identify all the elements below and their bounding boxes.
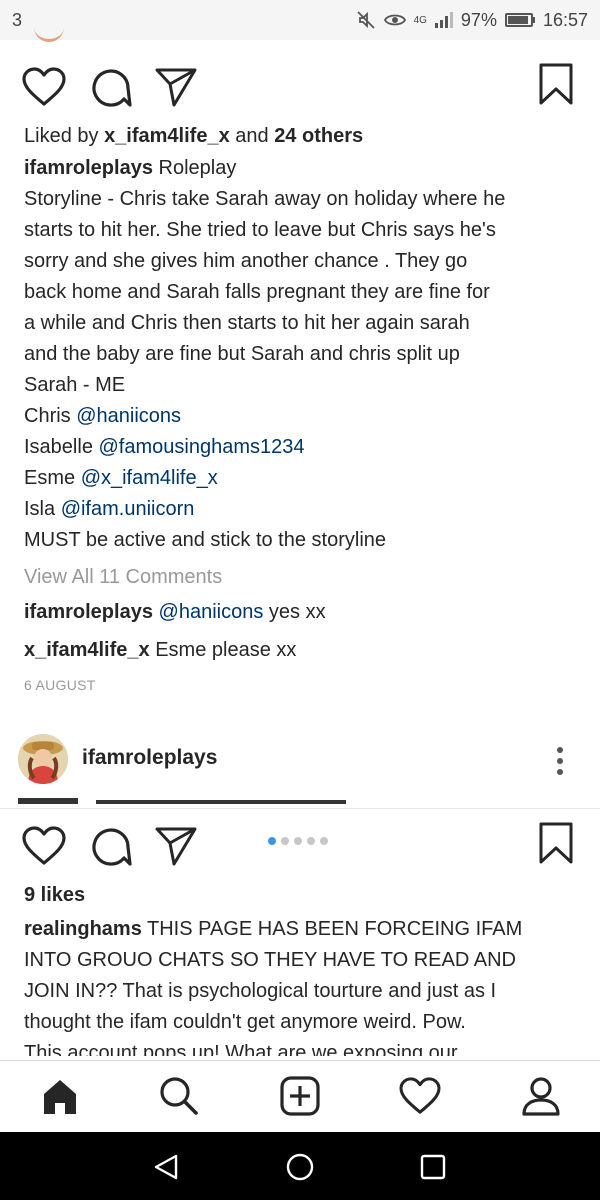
clock: 16:57: [542, 9, 588, 30]
cast-line: Esme @x_ifam4life_x: [24, 463, 584, 494]
network-type: 4G: [413, 14, 427, 26]
cast-role: Isabelle: [24, 436, 99, 458]
caption-line: INTO GROUO CHATS SO THEY HAVE TO READ AN…: [24, 949, 516, 971]
notification-count: 3: [12, 9, 23, 30]
home-icon[interactable]: [40, 1077, 80, 1117]
add-post-icon[interactable]: [279, 1075, 321, 1117]
carousel-dot: [268, 837, 276, 845]
carousel-dot: [281, 837, 289, 845]
view-all-comments-link[interactable]: View All 11 Comments: [24, 562, 584, 593]
status-bar: 3 4G 97% 16:57: [0, 0, 600, 40]
bookmark-icon[interactable]: [538, 63, 574, 105]
cast-line: Isla @ifam.uniicorn: [24, 494, 584, 525]
liked-by-others[interactable]: 24 others: [274, 125, 363, 147]
signal-icon: [434, 12, 453, 28]
carousel-dot: [307, 837, 315, 845]
post2-action-row: [0, 816, 600, 876]
home-button-icon[interactable]: [285, 1152, 315, 1182]
post2-image-edge: [0, 798, 600, 806]
cast-role: Isla: [24, 498, 61, 520]
comment-mention[interactable]: @haniicons: [159, 601, 264, 623]
status-icons: 4G 97% 16:57: [356, 10, 588, 31]
cast-handle[interactable]: @ifam.uniicorn: [61, 498, 195, 520]
caption-username[interactable]: ifamroleplays: [24, 157, 153, 179]
divider: [0, 808, 600, 809]
comment-username[interactable]: x_ifam4life_x: [24, 639, 150, 661]
cast-role: Esme: [24, 467, 81, 489]
post1-caption: ifamroleplays Roleplay Storyline - Chris…: [24, 153, 584, 556]
comment-text: yes xx: [263, 601, 326, 623]
caption-line: thought the ifam couldn't get anymore we…: [24, 1011, 466, 1033]
battery-icon: [504, 13, 535, 27]
caption-line: MUST be active and stick to the storylin…: [24, 529, 387, 551]
post2-likes[interactable]: 9 likes: [24, 880, 584, 911]
comment-icon[interactable]: [90, 67, 132, 109]
liked-by-and: and: [229, 125, 275, 147]
cast-role: Chris: [24, 405, 77, 427]
profile-icon[interactable]: [520, 1075, 562, 1117]
comment: ifamroleplays @haniicons yes xx: [24, 597, 584, 628]
post-username[interactable]: ifamroleplays: [82, 746, 217, 770]
caption-line: sorry and she gives him another chance .…: [24, 250, 468, 272]
avatar[interactable]: [18, 734, 68, 784]
comment-icon[interactable]: [90, 826, 132, 868]
post2-caption: realinghams THIS PAGE HAS BEEN FORCEING …: [24, 914, 584, 1056]
caption-username[interactable]: realinghams: [24, 918, 142, 940]
caption-line: This account pops up! What are we exposi…: [24, 1042, 458, 1056]
more-options-icon[interactable]: [548, 744, 572, 776]
send-icon[interactable]: [155, 826, 197, 866]
caption-text: Roleplay: [152, 157, 237, 179]
battery-percent: 97%: [460, 9, 497, 30]
cast-handle[interactable]: @famousinghams1234: [99, 436, 305, 458]
carousel-indicator: [268, 837, 328, 845]
carousel-dot: [294, 837, 302, 845]
caption-text: THIS PAGE HAS BEEN FORCEING IFAM: [141, 918, 523, 940]
caption-line: back home and Sarah falls pregnant they …: [24, 281, 490, 303]
avatar-image: [18, 734, 68, 784]
recents-icon[interactable]: [420, 1154, 446, 1180]
send-icon[interactable]: [155, 67, 197, 107]
cast-line: Chris @haniicons: [24, 401, 584, 432]
back-icon[interactable]: [152, 1152, 182, 1182]
liked-by-user[interactable]: x_ifam4life_x: [104, 125, 230, 147]
heart-icon[interactable]: [22, 67, 66, 107]
cast-handle[interactable]: @haniicons: [76, 405, 181, 427]
post1-liked-by[interactable]: Liked by x_ifam4life_x and 24 others: [24, 121, 584, 152]
post-date: 6 AUGUST: [24, 677, 96, 693]
bottom-nav: [0, 1060, 600, 1132]
system-nav-bar: [0, 1132, 600, 1200]
caption-line: a while and Chris then starts to hit her…: [24, 312, 470, 334]
cast-handle[interactable]: @x_ifam4life_x: [81, 467, 218, 489]
liked-by-prefix: Liked by: [24, 125, 105, 147]
bookmark-icon[interactable]: [538, 822, 574, 864]
comment: x_ifam4life_x Esme please xx: [24, 635, 584, 666]
heart-icon[interactable]: [22, 826, 66, 866]
cast-line: Isabelle @famousinghams1234: [24, 432, 584, 463]
activity-heart-icon[interactable]: [399, 1077, 441, 1115]
caption-line: JOIN IN?? That is psychological tourture…: [24, 980, 497, 1002]
caption-line: Storyline - Chris take Sarah away on hol…: [24, 188, 506, 210]
caption-first-line: realinghams THIS PAGE HAS BEEN FORCEING …: [24, 914, 584, 945]
eye-icon: [383, 14, 406, 26]
mute-icon: [356, 11, 375, 29]
comment-username[interactable]: ifamroleplays: [24, 601, 153, 623]
caption-line: starts to hit her. She tried to leave bu…: [24, 219, 496, 241]
post2-header: ifamroleplays: [0, 728, 600, 790]
search-icon[interactable]: [158, 1075, 200, 1117]
caption-first-line: ifamroleplays Roleplay: [24, 153, 584, 184]
comment-text: Esme please xx: [149, 639, 297, 661]
post1-action-row: [0, 55, 600, 115]
caption-line: and the baby are fine but Sarah and chri…: [24, 343, 460, 365]
carousel-dot: [320, 837, 328, 845]
caption-line: Sarah - ME: [24, 374, 126, 396]
